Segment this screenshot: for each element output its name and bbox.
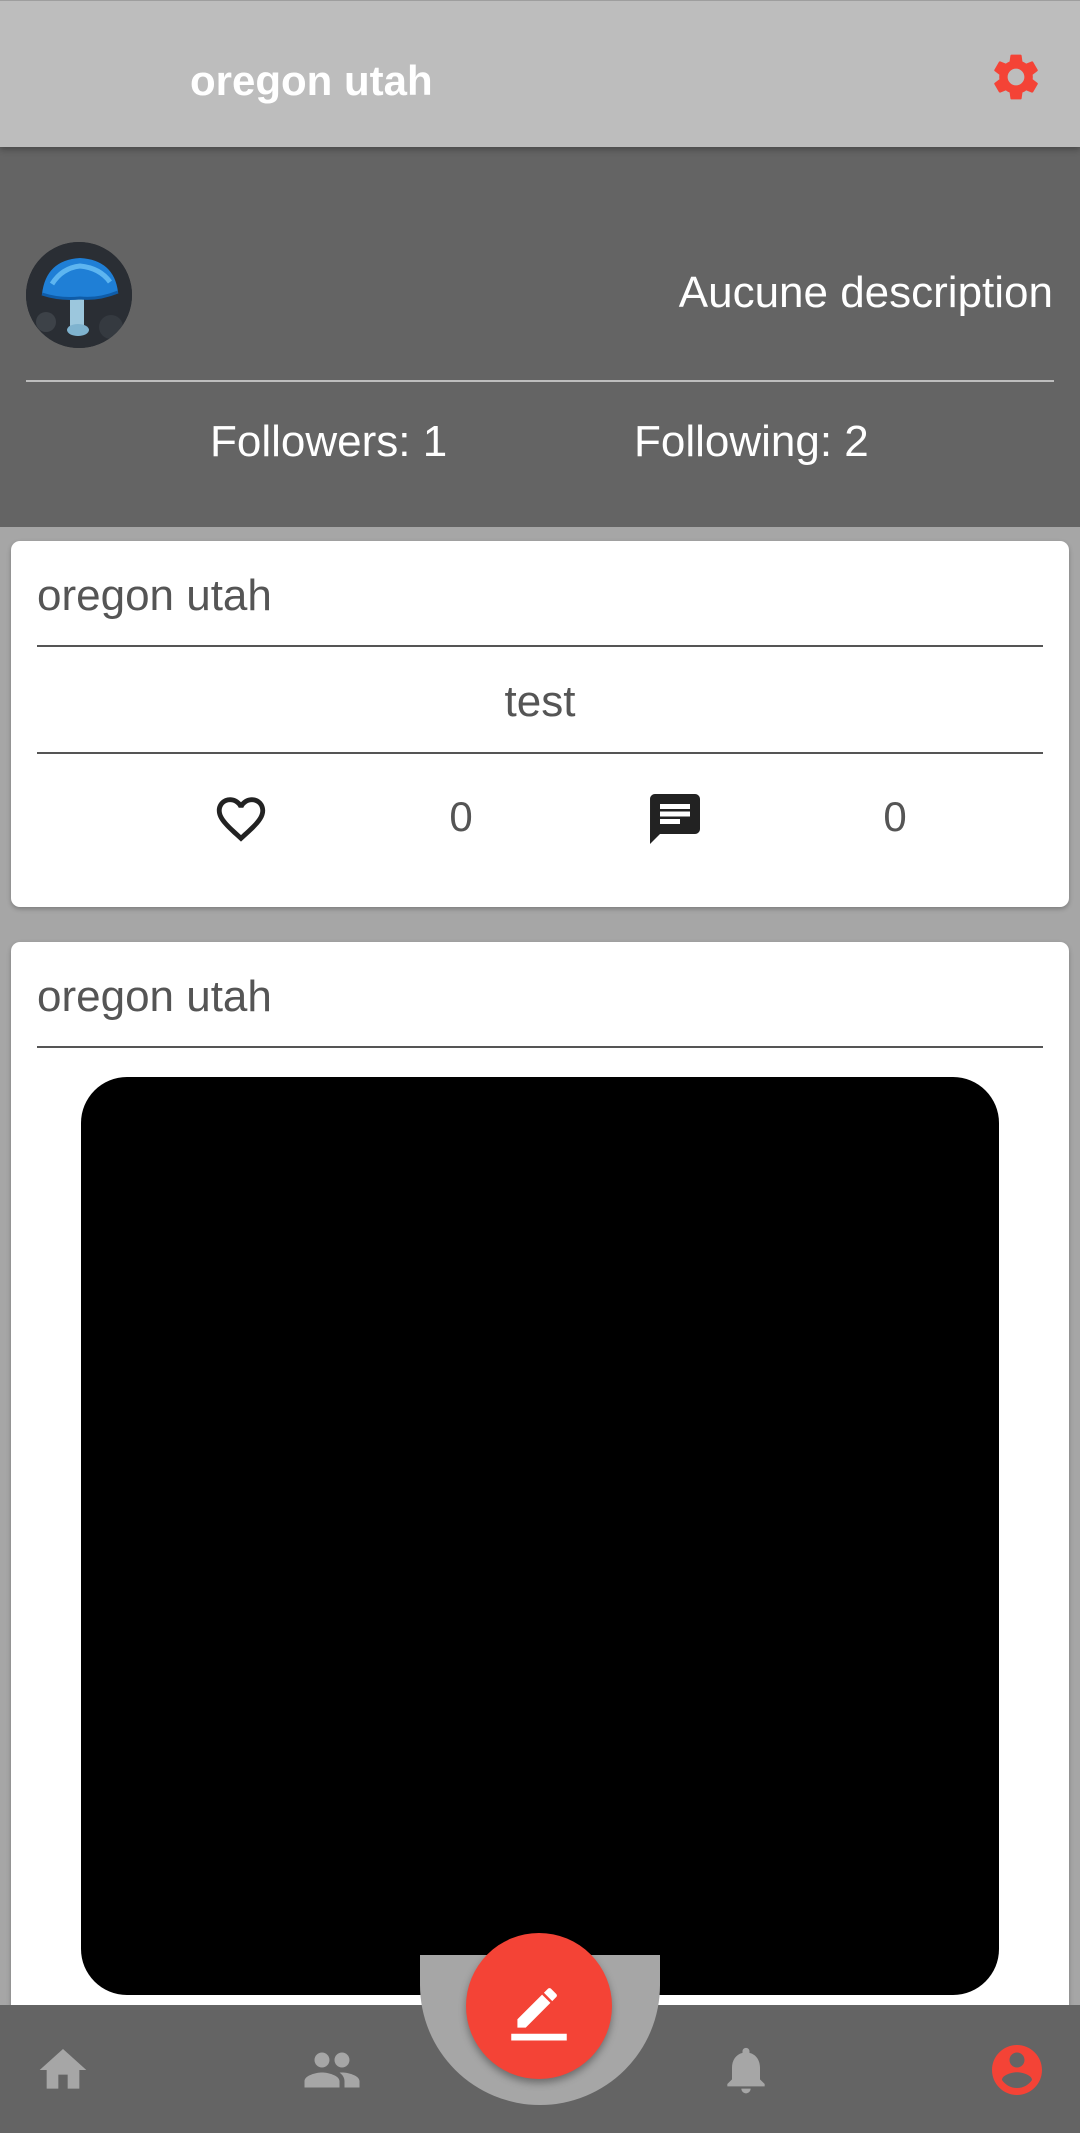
divider [26, 380, 1054, 382]
post-image[interactable] [81, 1077, 999, 1995]
bell-icon [727, 2047, 765, 2094]
like-count: 0 [449, 793, 473, 840]
avatar[interactable] [26, 242, 132, 348]
comment-icon [650, 794, 700, 844]
comment-button[interactable] [645, 789, 705, 849]
mushroom-avatar-image [26, 242, 132, 348]
heart-icon [216, 797, 266, 842]
profile-description: Aucune description [678, 268, 1053, 317]
account-icon [992, 2045, 1042, 2095]
app-bar: oregon utah [0, 0, 1080, 147]
home-icon [39, 2049, 87, 2089]
followers-count[interactable]: Followers: 1 [210, 417, 447, 467]
gear-icon [994, 54, 1038, 100]
divider [37, 752, 1043, 754]
profile-header: Aucune description Followers: 1 Followin… [0, 147, 1080, 527]
following-count[interactable]: Following: 2 [634, 417, 869, 467]
compose-icon [511, 1988, 567, 2041]
divider [37, 645, 1043, 647]
nav-home[interactable] [33, 2040, 93, 2100]
settings-button[interactable] [986, 47, 1046, 107]
page-title: oregon utah [190, 57, 433, 104]
nav-notifications[interactable] [716, 2040, 776, 2100]
comment-count: 0 [883, 793, 907, 840]
people-icon [304, 2052, 360, 2088]
nav-people[interactable] [302, 2040, 362, 2100]
divider [37, 1046, 1043, 1048]
nav-profile[interactable] [987, 2040, 1047, 2100]
like-button[interactable] [211, 789, 271, 849]
compose-button[interactable] [466, 1933, 612, 2079]
post-author[interactable]: oregon utah [37, 972, 272, 1022]
post-author[interactable]: oregon utah [37, 571, 272, 621]
post-text: test [504, 677, 576, 726]
post-card[interactable]: oregon utah test 0 0 [11, 541, 1069, 907]
